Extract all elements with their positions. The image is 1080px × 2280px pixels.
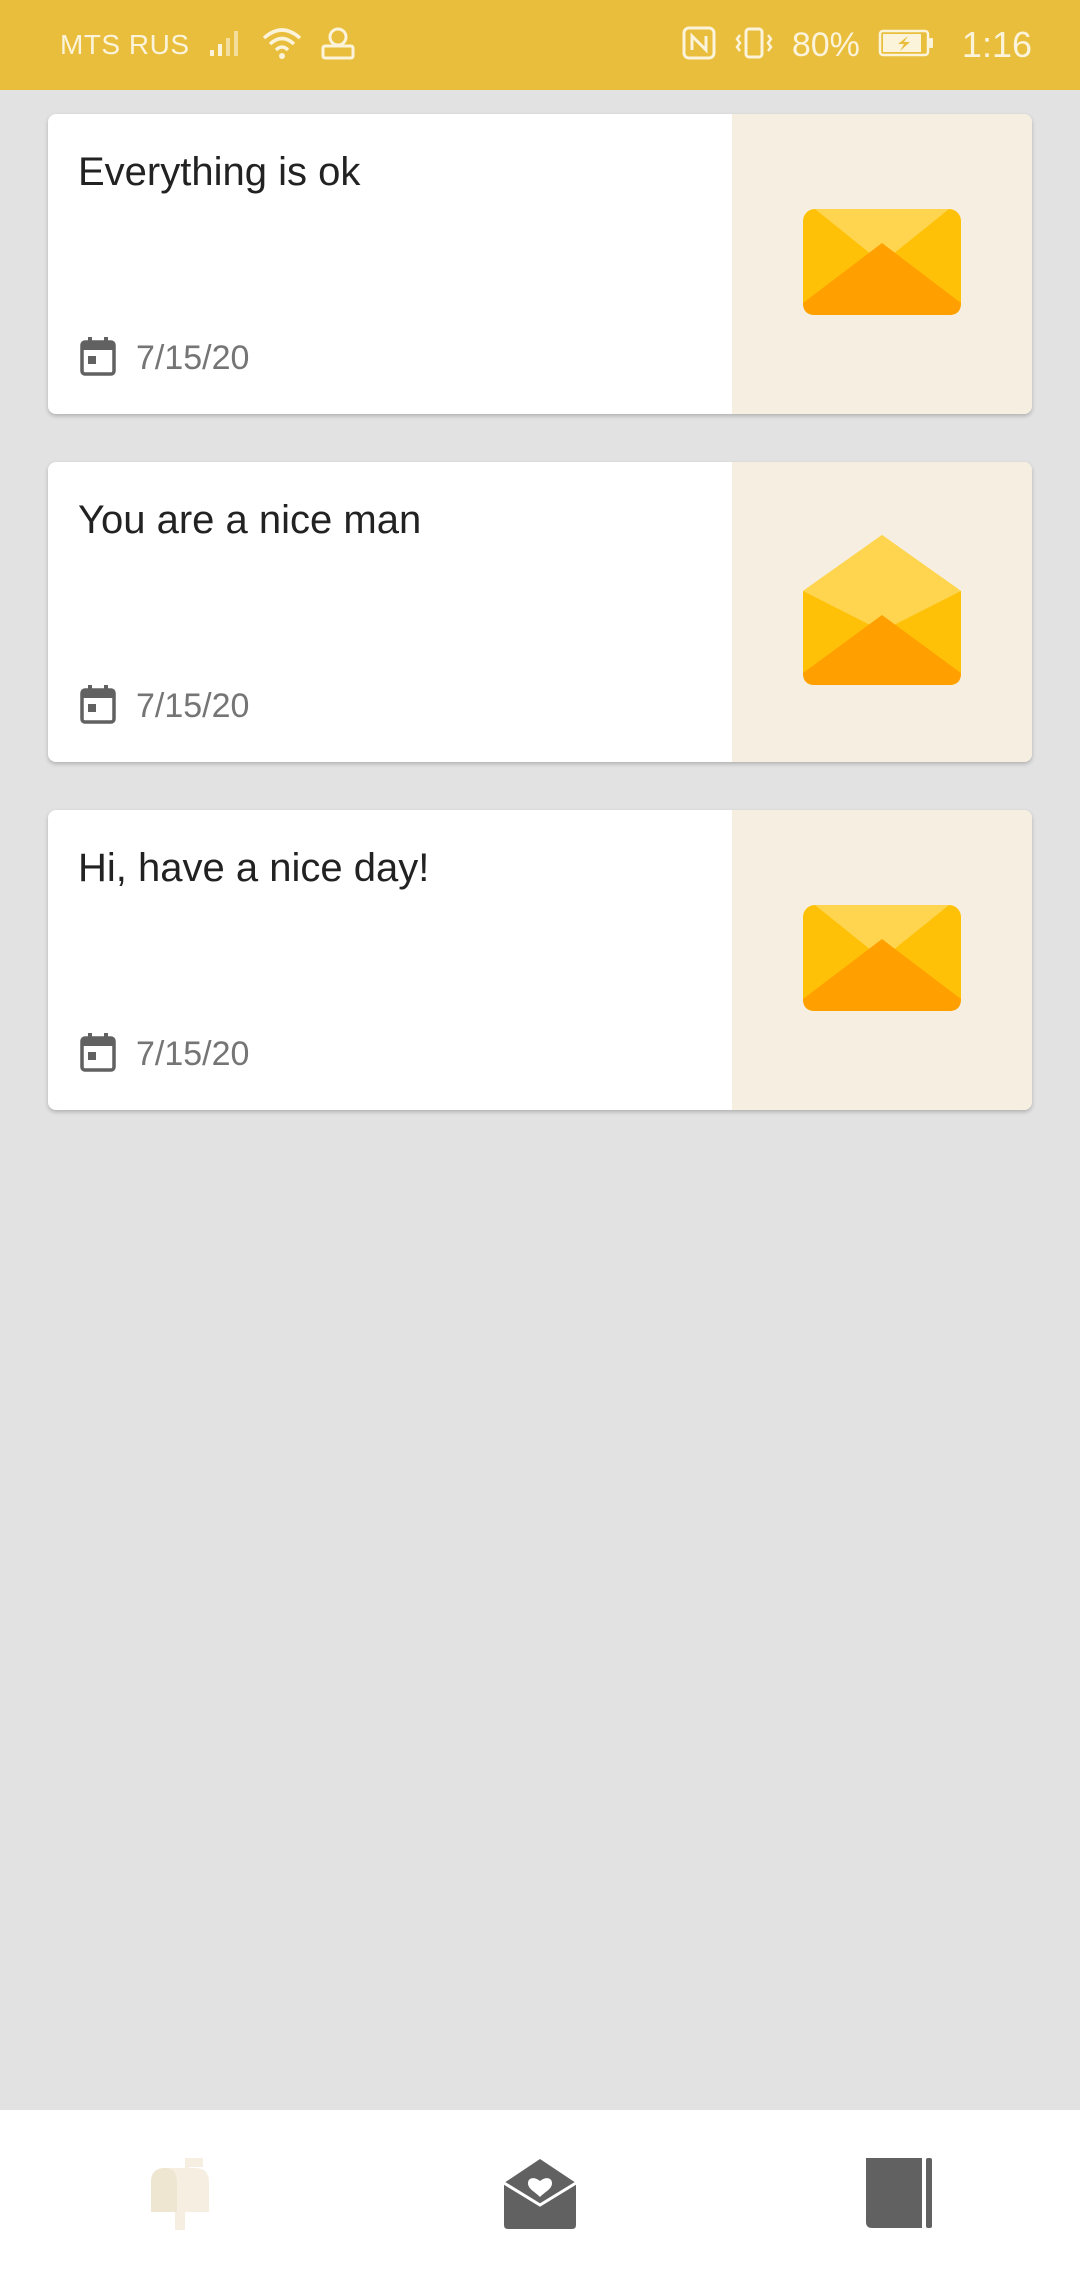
vibrate-icon <box>734 26 774 65</box>
closed-envelope-icon <box>803 904 961 1016</box>
message-date: 7/15/20 <box>136 687 250 725</box>
closed-envelope-icon <box>803 208 961 320</box>
message-card[interactable]: Hi, have a nice day! 7/15/20 <box>48 810 1032 1110</box>
signal-icon <box>208 28 244 63</box>
message-title: You are a nice man <box>78 498 422 542</box>
clock: 1:16 <box>961 24 1032 65</box>
nav-item-notebook[interactable] <box>810 2125 990 2265</box>
carrier-name: MTS RUS <box>60 29 190 60</box>
message-icon-panel <box>732 810 1032 1110</box>
calendar-icon <box>80 336 116 381</box>
message-title: Hi, have a nice day! <box>78 846 430 890</box>
notification-icon <box>320 26 356 65</box>
nav-item-letters[interactable] <box>450 2125 630 2265</box>
battery-percent: 80% <box>791 25 860 64</box>
message-card[interactable]: You are a nice man 7/15/20 <box>48 462 1032 762</box>
bottom-navigation <box>0 2110 1080 2280</box>
nav-item-mailbox[interactable] <box>90 2125 270 2265</box>
message-date: 7/15/20 <box>136 1035 250 1073</box>
status-bar: MTS RUS 80% 1:16 <box>0 0 1080 90</box>
message-card[interactable]: Everything is ok 7/15/20 <box>48 114 1032 414</box>
message-meta: 7/15/20 <box>80 684 249 729</box>
nfc-icon <box>682 26 716 65</box>
message-meta: 7/15/20 <box>80 336 249 381</box>
battery-icon <box>878 28 936 63</box>
calendar-icon <box>80 1032 116 1077</box>
mailbox-icon <box>147 2156 213 2235</box>
message-title: Everything is ok <box>78 150 361 194</box>
notebook-icon <box>866 2156 934 2235</box>
message-icon-panel <box>732 462 1032 762</box>
status-left: MTS RUS <box>60 26 356 65</box>
love-letter-icon <box>503 2157 577 2234</box>
message-date: 7/15/20 <box>136 339 250 377</box>
calendar-icon <box>80 684 116 729</box>
wifi-icon <box>262 26 302 65</box>
open-envelope-icon <box>803 534 961 690</box>
message-list: Everything is ok 7/15/20 You are a nice … <box>48 114 1032 1158</box>
message-meta: 7/15/20 <box>80 1032 249 1077</box>
status-right: 80% 1:16 <box>682 24 1032 66</box>
message-icon-panel <box>732 114 1032 414</box>
